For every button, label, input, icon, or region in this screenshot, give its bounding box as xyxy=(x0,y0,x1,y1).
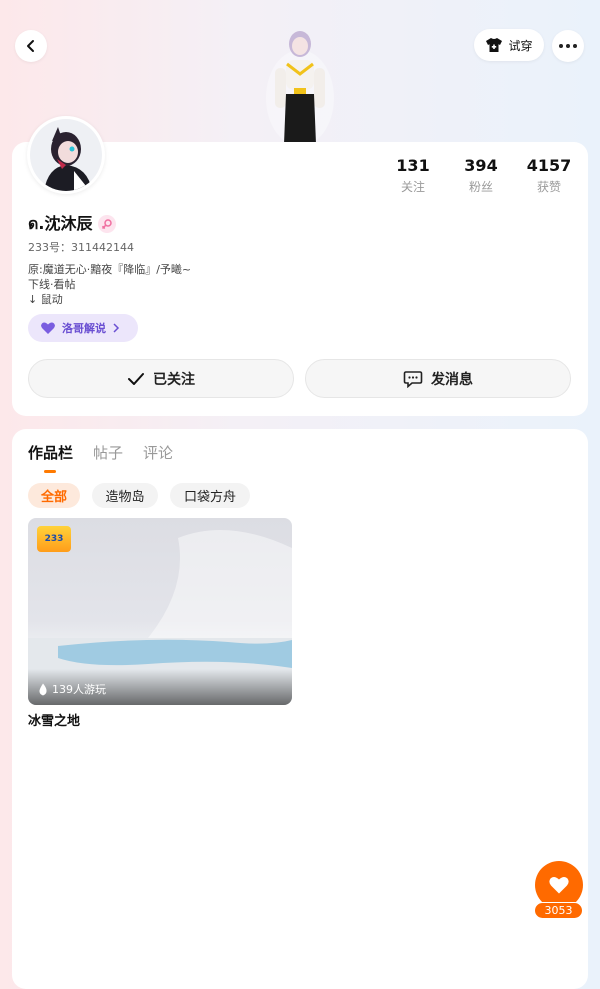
user-bio: 原:魔道无心·黯夜『降临』/予曦~ 下线·看帖 ↓ 鼠动 xyxy=(28,263,192,306)
tshirt-icon xyxy=(486,38,503,52)
heart-icon xyxy=(549,876,569,894)
creation-island-badge: 233 xyxy=(37,526,71,552)
try-on-label: 试穿 xyxy=(508,38,533,53)
stat-fans[interactable]: 394 粉丝 xyxy=(446,156,516,195)
work-card-thumbnail[interactable]: 233 139人游玩 xyxy=(28,518,292,705)
chip-creation-island[interactable]: 造物岛 xyxy=(92,483,158,508)
like-count: 3053 xyxy=(534,902,583,919)
follow-button[interactable]: 已关注 xyxy=(28,359,294,398)
tab-posts[interactable]: 帖子 xyxy=(93,442,123,463)
tab-comments[interactable]: 评论 xyxy=(143,442,173,463)
check-icon xyxy=(128,372,144,385)
avatar-3d-figure xyxy=(266,31,334,144)
chevron-right-icon xyxy=(113,323,120,333)
stat-likes-label: 获赞 xyxy=(536,180,561,194)
try-on-button[interactable]: 试穿 xyxy=(474,29,544,61)
stat-following-value: 131 xyxy=(396,156,430,175)
play-count: 139人游玩 xyxy=(37,681,106,697)
follow-label: 已关注 xyxy=(153,371,195,388)
avatar[interactable] xyxy=(27,116,105,194)
chat-bubble-icon xyxy=(403,370,423,388)
name-row: ด.沈沐辰 xyxy=(28,210,117,237)
female-gender-icon xyxy=(98,214,117,233)
stat-following[interactable]: 131 关注 xyxy=(378,156,448,195)
works-card xyxy=(12,429,588,989)
stat-following-label: 关注 xyxy=(400,180,425,194)
more-options-button[interactable] xyxy=(552,30,584,62)
chevron-left-icon xyxy=(27,40,34,52)
heart-icon xyxy=(41,322,55,334)
play-count-text: 139人游玩 xyxy=(52,683,106,696)
tab-indicator xyxy=(44,470,56,473)
stat-fans-value: 394 xyxy=(464,156,498,175)
tab-works[interactable]: 作品栏 xyxy=(28,442,73,463)
user-id: 233号：311442144 xyxy=(28,241,134,254)
tag-label: 洛哥解说 xyxy=(62,322,106,335)
tag-pill[interactable]: 洛哥解说 xyxy=(28,314,138,342)
chip-pocket-ark[interactable]: 口袋方舟 xyxy=(170,483,250,508)
message-label: 发消息 xyxy=(431,371,473,388)
avatar-image xyxy=(30,119,102,191)
more-dots-icon xyxy=(559,44,577,48)
user-name: ด.沈沐辰 xyxy=(28,214,93,233)
flame-icon xyxy=(39,683,47,695)
stat-fans-label: 粉丝 xyxy=(468,180,493,194)
work-title[interactable]: 冰雪之地 xyxy=(28,710,80,729)
message-button[interactable]: 发消息 xyxy=(305,359,571,398)
stat-likes-value: 4157 xyxy=(526,156,572,175)
back-button[interactable] xyxy=(15,30,47,62)
chip-all[interactable]: 全部 xyxy=(28,483,80,508)
stat-likes[interactable]: 4157 获赞 xyxy=(514,156,584,195)
